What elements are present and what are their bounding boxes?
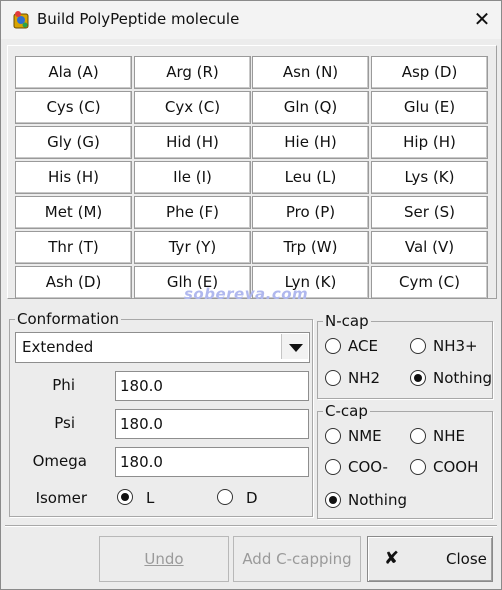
amino-acid-button-hie[interactable]: Hie (H) (252, 126, 369, 159)
ccap-nothing-label: Nothing (348, 491, 407, 509)
ncap-ace-label: ACE (348, 337, 378, 355)
title-bar: Build PolyPeptide molecule ✕ (1, 1, 501, 39)
amino-acid-button-gly[interactable]: Gly (G) (15, 126, 132, 159)
amino-acid-button-asp[interactable]: Asp (D) (371, 56, 488, 89)
ncap-nh2-label: NH2 (348, 369, 381, 387)
ccap-coo-radio[interactable] (325, 459, 341, 475)
ncap-nothing-label: Nothing (433, 369, 492, 387)
bottom-separator (5, 525, 497, 527)
amino-acid-button-cyx[interactable]: Cyx (C) (134, 91, 251, 124)
amino-acid-button-asn[interactable]: Asn (N) (252, 56, 369, 89)
amino-acid-button-gln[interactable]: Gln (Q) (252, 91, 369, 124)
ccap-nhe-radio[interactable] (410, 428, 426, 444)
ccap-nhe-label: NHE (433, 427, 465, 445)
conformation-select[interactable]: Extended (15, 332, 310, 363)
amino-acid-button-hip[interactable]: Hip (H) (371, 126, 488, 159)
amino-acid-button-thr[interactable]: Thr (T) (15, 231, 132, 264)
ncap-title: N-cap (323, 312, 371, 330)
phi-label: Phi (52, 376, 75, 394)
amino-acid-button-leu[interactable]: Leu (L) (252, 161, 369, 194)
ccap-cooh-radio[interactable] (410, 459, 426, 475)
omega-value: 180.0 (120, 453, 163, 471)
add-ccapping-button[interactable]: Add C-capping (233, 536, 361, 582)
close-icon: ✘ (384, 548, 400, 569)
amino-acid-button-lys[interactable]: Lys (K) (371, 161, 488, 194)
add-ccapping-label: Add C-capping (242, 550, 352, 568)
ncap-nh3-radio[interactable] (410, 338, 426, 354)
close-window-icon[interactable]: ✕ (471, 7, 493, 31)
amino-acid-button-cym[interactable]: Cym (C) (371, 266, 488, 299)
amino-acid-button-ash[interactable]: Ash (D) (15, 266, 132, 299)
amino-acid-button-met[interactable]: Met (M) (15, 196, 132, 229)
chevron-down-icon[interactable] (281, 334, 308, 359)
ncap-ace-radio[interactable] (325, 338, 341, 354)
isomer-d-radio[interactable] (217, 489, 233, 505)
amino-acid-button-phe[interactable]: Phe (F) (134, 196, 251, 229)
isomer-l-radio[interactable] (117, 489, 133, 505)
amino-acid-button-val[interactable]: Val (V) (371, 231, 488, 264)
amino-acid-button-hid[interactable]: Hid (H) (134, 126, 251, 159)
isomer-label: Isomer (35, 489, 87, 507)
close-button[interactable]: ✘ Close (367, 536, 493, 582)
ncap-nh2-radio[interactable] (325, 370, 341, 386)
ncap-nothing-radio[interactable] (410, 370, 426, 386)
dialog-window: Build PolyPeptide molecule ✕ Ala (A) Arg … (0, 0, 502, 590)
phi-value: 180.0 (120, 377, 163, 395)
psi-value: 180.0 (120, 415, 163, 433)
psi-label: Psi (54, 414, 75, 432)
amino-acid-button-glu[interactable]: Glu (E) (371, 91, 488, 124)
close-label: Close (446, 550, 487, 568)
ncap-group (317, 321, 493, 399)
conformation-selected-value: Extended (22, 338, 94, 356)
conformation-title: Conformation (15, 310, 122, 328)
ccap-nme-radio[interactable] (325, 428, 341, 444)
ccap-cooh-label: COOH (433, 458, 479, 476)
phi-field[interactable]: 180.0 (115, 371, 309, 401)
window-title: Build PolyPeptide molecule (37, 10, 240, 28)
ccap-coo-label: COO- (348, 458, 388, 476)
amino-acid-button-his[interactable]: His (H) (15, 161, 132, 194)
amino-acid-button-ile[interactable]: Ile (I) (134, 161, 251, 194)
omega-field[interactable]: 180.0 (115, 447, 309, 477)
amino-acid-button-arg[interactable]: Arg (R) (134, 56, 251, 89)
undo-button[interactable]: Undo (99, 536, 229, 582)
amino-acid-button-tyr[interactable]: Tyr (Y) (134, 231, 251, 264)
amino-acid-button-ser[interactable]: Ser (S) (371, 196, 488, 229)
isomer-l-label: L (146, 489, 155, 507)
amino-acid-button-cys[interactable]: Cys (C) (15, 91, 132, 124)
app-icon (13, 11, 29, 29)
isomer-d-label: D (246, 489, 258, 507)
ccap-title: C-cap (323, 402, 370, 420)
psi-field[interactable]: 180.0 (115, 409, 309, 439)
amino-acid-button-trp[interactable]: Trp (W) (252, 231, 369, 264)
ncap-nh3-label: NH3+ (433, 337, 478, 355)
undo-label: Undo (144, 550, 184, 568)
omega-label: Omega (32, 452, 87, 470)
watermark: sobereva.com (184, 285, 309, 303)
amino-acid-button-ala[interactable]: Ala (A) (15, 56, 132, 89)
ccap-nothing-radio[interactable] (325, 492, 341, 508)
ccap-nme-label: NME (348, 427, 382, 445)
amino-acid-button-pro[interactable]: Pro (P) (252, 196, 369, 229)
